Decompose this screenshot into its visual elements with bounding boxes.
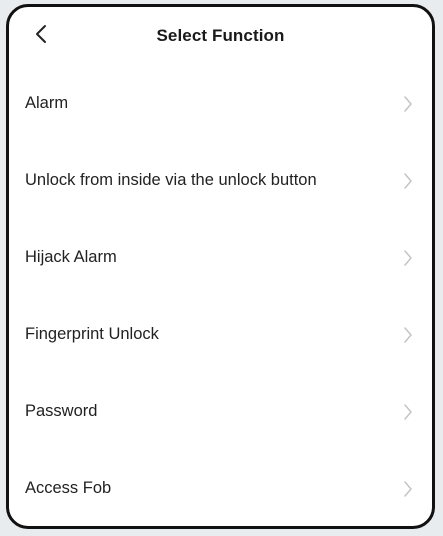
chevron-right-icon [402, 249, 414, 267]
list-item-unlock-inside[interactable]: Unlock from inside via the unlock button [9, 142, 432, 219]
list-item-label: Fingerprint Unlock [25, 325, 159, 343]
list-item-label: Unlock from inside via the unlock button [25, 171, 317, 189]
chevron-left-icon [36, 25, 46, 43]
list-item-fingerprint-unlock[interactable]: Fingerprint Unlock [9, 296, 432, 373]
page-title: Select Function [156, 26, 285, 45]
phone-screen: Select Function Alarm Unlock from inside… [6, 4, 435, 529]
chevron-right-icon [402, 95, 414, 113]
back-button[interactable] [27, 19, 55, 49]
function-list: Alarm Unlock from inside via the unlock … [9, 65, 432, 526]
chevron-right-icon [402, 403, 414, 421]
chevron-right-icon [402, 172, 414, 190]
list-item-label: Password [25, 402, 98, 420]
chevron-right-icon [402, 326, 414, 344]
list-item-access-fob[interactable]: Access Fob [9, 450, 432, 526]
list-item-label: Access Fob [25, 479, 112, 497]
list-item-label: Hijack Alarm [25, 248, 117, 266]
list-item-password[interactable]: Password [9, 373, 432, 450]
list-item-label: Alarm [25, 94, 69, 112]
list-item-alarm[interactable]: Alarm [9, 65, 432, 142]
header-bar: Select Function [9, 7, 432, 65]
chevron-right-icon [402, 480, 414, 498]
list-item-hijack-alarm[interactable]: Hijack Alarm [9, 219, 432, 296]
